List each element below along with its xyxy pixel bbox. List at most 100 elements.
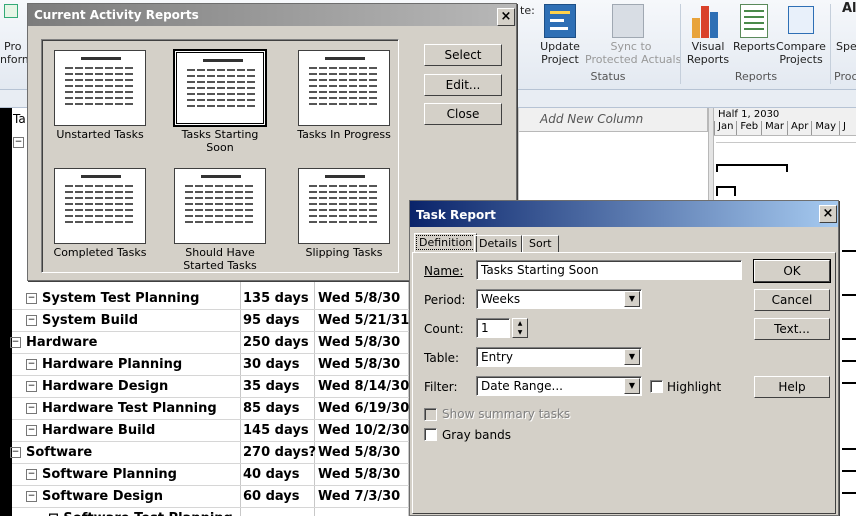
filter-select[interactable]: Date Range... ▼	[476, 376, 642, 396]
table-row[interactable]: − Hardware Planning 30 days Wed 5/8/30	[12, 354, 412, 376]
task-report-dialog: Task Report × Definition Details Sort Na…	[409, 200, 839, 516]
task-duration: 135 days	[243, 291, 309, 306]
task-name: Software Planning	[42, 467, 177, 482]
task-duration: 85 days	[243, 401, 300, 416]
compare-projects-icon	[788, 6, 814, 34]
table-row[interactable]: − Hardware Design 35 days Wed 8/14/30	[12, 376, 412, 398]
ribbon-left-label-2: nform	[0, 53, 33, 66]
period-select[interactable]: Weeks ▼	[476, 289, 642, 309]
gray-bands-checkbox[interactable]	[424, 428, 437, 441]
month-label: Feb	[736, 121, 761, 135]
task-start: Wed 5/21/31	[318, 313, 410, 328]
table-row[interactable]: − System Test Planning 135 days Wed 5/8/30	[12, 288, 412, 310]
table-select[interactable]: Entry ▼	[476, 347, 642, 367]
dialog-title: Task Report	[410, 201, 838, 227]
chevron-down-icon[interactable]: ▼	[624, 378, 640, 394]
report-tile-label: Tasks In Progress	[297, 128, 391, 141]
task-name: Hardware Build	[42, 423, 156, 438]
report-tile[interactable]	[298, 168, 390, 244]
report-preview-icon	[55, 51, 145, 125]
report-tile[interactable]	[298, 50, 390, 126]
update-project-icon	[544, 4, 576, 38]
task-name: System Test Planning	[42, 291, 200, 306]
count-field[interactable]: 1	[476, 318, 510, 338]
collapse-toggle-icon[interactable]: −	[26, 359, 37, 370]
select-button[interactable]: Select	[424, 44, 502, 66]
ribbon-al-label: Al	[842, 1, 856, 16]
report-preview-icon	[299, 51, 389, 125]
dialog-title: Current Activity Reports	[28, 4, 516, 26]
table-row[interactable]: − Software 270 days? Wed 5/8/30	[10, 442, 412, 464]
help-button[interactable]: Help	[754, 376, 830, 398]
month-label: Jan	[714, 121, 736, 135]
table-value: Entry	[481, 350, 513, 364]
table-row[interactable]: − Hardware Build 145 days Wed 10/2/30	[12, 420, 412, 442]
gantt-summary-bar[interactable]	[716, 164, 788, 172]
name-field[interactable]: Tasks Starting Soon	[476, 260, 742, 280]
ribbon-te-label: te:	[520, 4, 535, 17]
show-summary-checkbox[interactable]	[424, 408, 437, 421]
ok-button[interactable]: OK	[753, 259, 831, 283]
gantt-summary-bar[interactable]	[716, 186, 736, 196]
gantt-task-line	[842, 360, 856, 362]
close-icon[interactable]: ×	[497, 8, 515, 26]
report-tile-label: Unstarted Tasks	[56, 128, 144, 141]
add-new-column-header[interactable]: Add New Column	[540, 112, 643, 126]
task-start: Wed 8/14/30	[318, 379, 410, 394]
chevron-down-icon[interactable]: ▼	[624, 349, 640, 365]
collapse-toggle-icon[interactable]: −	[26, 293, 37, 304]
table-row[interactable]: − Hardware 250 days Wed 5/8/30	[10, 332, 412, 354]
tab-definition[interactable]: Definition	[414, 233, 478, 252]
timescale-months: Jan Feb Mar Apr May J	[714, 121, 849, 135]
report-tile[interactable]	[54, 168, 146, 244]
task-name: System Build	[42, 313, 139, 328]
collapse-toggle-icon[interactable]: −	[26, 381, 37, 392]
close-button[interactable]: Close	[424, 103, 502, 125]
table-row[interactable]: ⊟ Software Test Planning	[12, 508, 412, 516]
collapse-toggle-icon[interactable]: −	[10, 447, 21, 458]
ta-header: Ta	[13, 112, 26, 126]
task-name: Software	[26, 445, 93, 460]
collapse-toggle-icon[interactable]: −	[26, 469, 37, 480]
task-duration: 40 days	[243, 467, 300, 482]
close-icon[interactable]: ×	[819, 205, 837, 223]
task-duration: 270 days?	[243, 445, 317, 460]
report-tile[interactable]	[54, 50, 146, 126]
count-stepper[interactable]: ▲ ▼	[512, 318, 528, 338]
visual-reports-button[interactable]: Visual Reports	[686, 40, 730, 66]
collapse-toggle-top[interactable]: −	[13, 137, 24, 148]
table-row[interactable]: − Software Planning 40 days Wed 5/8/30	[12, 464, 412, 486]
ribbon-spe-button[interactable]: Spe	[836, 40, 856, 53]
table-row[interactable]: − System Build 95 days Wed 5/21/31	[12, 310, 412, 332]
collapse-toggle-icon[interactable]: −	[26, 315, 37, 326]
report-tile[interactable]	[174, 168, 266, 244]
task-duration: 95 days	[243, 313, 300, 328]
collapse-toggle-icon[interactable]: −	[26, 491, 37, 502]
text-button[interactable]: Text...	[754, 318, 830, 340]
sync-button[interactable]: Sync to Protected Actuals	[585, 40, 681, 66]
table-row[interactable]: − Software Design 60 days Wed 7/3/30	[12, 486, 412, 508]
gantt-task-line	[716, 142, 856, 143]
gantt-task-line	[842, 448, 856, 450]
tab-details[interactable]: Details	[474, 235, 523, 252]
report-tile[interactable]	[173, 49, 267, 127]
report-tile-label: Completed Tasks	[53, 246, 147, 259]
collapse-toggle-icon[interactable]: −	[26, 425, 37, 436]
chevron-down-icon[interactable]: ▼	[624, 291, 640, 307]
report-preview-icon	[55, 169, 145, 243]
table-row[interactable]: − Hardware Test Planning 85 days Wed 6/19/3…	[12, 398, 412, 420]
highlight-label: Highlight	[667, 380, 722, 394]
collapse-toggle-icon[interactable]: −	[26, 403, 37, 414]
cancel-button[interactable]: Cancel	[754, 289, 830, 311]
gantt-task-line	[842, 470, 856, 472]
month-label: Mar	[761, 121, 787, 135]
reports-button[interactable]: Reports	[733, 40, 775, 53]
collapse-toggle-icon[interactable]: −	[10, 337, 21, 348]
edit-button[interactable]: Edit...	[424, 74, 502, 96]
task-name: Hardware Test Planning	[42, 401, 217, 416]
compare-projects-button[interactable]: Compare Projects	[776, 40, 826, 66]
update-project-button[interactable]: Update Project	[538, 40, 582, 66]
highlight-checkbox[interactable]	[650, 380, 663, 393]
proc-group-label: Proc	[834, 70, 856, 83]
tab-sort[interactable]: Sort	[522, 235, 559, 252]
